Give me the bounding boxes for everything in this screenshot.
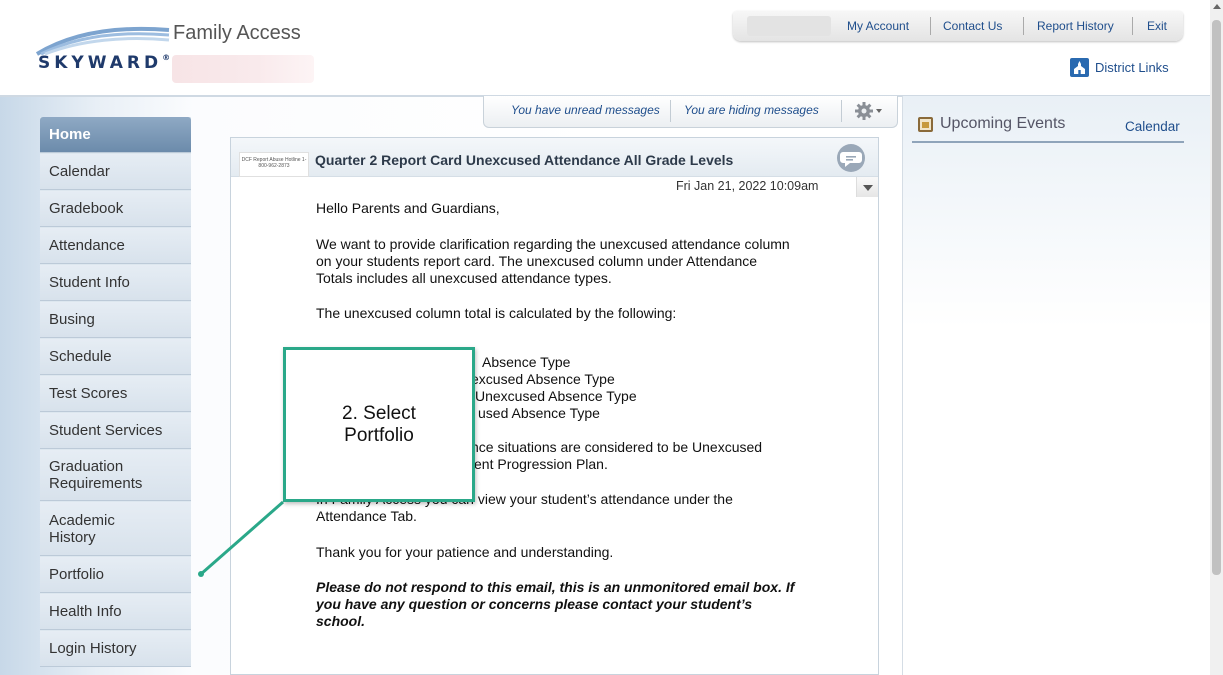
message-line: used Absence Type <box>478 405 600 421</box>
page-scrollbar[interactable] <box>1210 0 1223 675</box>
sidebar-item-calendar[interactable]: Calendar <box>40 154 191 190</box>
message-line: Please do not respond to this email, thi… <box>316 579 795 595</box>
scroll-up-icon[interactable] <box>1213 4 1221 9</box>
message-options-dropdown[interactable] <box>856 177 878 197</box>
sidebar-item-home[interactable]: Home <box>40 117 191 153</box>
tutorial-callout: 2. Select Portfolio <box>283 347 475 502</box>
sidebar-item-attendance[interactable]: Attendance <box>40 228 191 264</box>
unread-messages-link[interactable]: You have unread messages <box>511 103 660 117</box>
school-building-icon <box>1070 57 1089 77</box>
top-separator <box>930 17 931 35</box>
chat-bubble-icon[interactable] <box>834 143 868 178</box>
message-line: you have any question or concerns please… <box>316 596 753 612</box>
upcoming-events-panel <box>902 96 1210 675</box>
message-line: Hello Parents and Guardians, <box>316 200 500 216</box>
header: SKYWARD® Family Access My Account Contac… <box>0 0 1210 95</box>
toolbar-separator <box>670 100 671 122</box>
district-links-label: District Links <box>1095 59 1169 75</box>
brand-tm: ® <box>162 53 171 62</box>
family-access-page: SKYWARD® Family Access My Account Contac… <box>0 0 1223 675</box>
sidebar-item-portfolio[interactable]: Portfolio <box>40 557 191 593</box>
district-links-button[interactable]: District Links <box>1070 57 1169 77</box>
message-line: nce situations are considered to be Unex… <box>471 439 763 455</box>
scroll-thumb[interactable] <box>1212 20 1221 575</box>
top-account-bar: My Account Contact Us Report History Exi… <box>733 11 1183 41</box>
message-line: We want to provide clarification regardi… <box>316 236 790 252</box>
brand-text: SKYWARD <box>38 53 163 73</box>
sidebar-item-schedule[interactable]: Schedule <box>40 339 191 375</box>
redacted-student-name <box>172 55 314 83</box>
events-underline <box>912 141 1184 143</box>
message-line: Attendance Tab. <box>316 508 417 524</box>
contact-us-link[interactable]: Contact Us <box>943 19 1002 33</box>
messages-toolbar: You have unread messages You are hiding … <box>483 96 898 128</box>
app-title: Family Access <box>173 22 301 44</box>
message-line: Unexcused Absence Type <box>475 388 637 404</box>
sidebar-item-academic-history[interactable]: Academic History <box>40 502 191 556</box>
message-line: on your students report card. The unexcu… <box>316 253 758 269</box>
top-separator <box>1132 17 1133 35</box>
message-title: Quarter 2 Report Card Unexcused Attendan… <box>315 152 734 168</box>
sidebar-item-gradebook[interactable]: Gradebook <box>40 191 191 227</box>
sidebar-item-student-services[interactable]: Student Services <box>40 413 191 449</box>
calendar-icon <box>918 117 933 132</box>
my-account-link[interactable]: My Account <box>847 19 909 33</box>
sidebar-item-student-info[interactable]: Student Info <box>40 265 191 301</box>
logo-swoosh-icon <box>35 26 170 56</box>
message-line: ent Progression Plan. <box>474 456 608 472</box>
report-history-link[interactable]: Report History <box>1037 19 1114 33</box>
message-thumbnail: DCF Report Abuse Hotline 1-800-962-2873 <box>239 152 309 177</box>
toolbar-separator <box>841 100 842 122</box>
redacted-user-name <box>747 16 831 36</box>
message-header: DCF Report Abuse Hotline 1-800-962-2873 … <box>231 138 878 177</box>
message-line: Totals includes all unexcused attendance… <box>316 270 612 286</box>
upcoming-events-title: Upcoming Events <box>940 115 1066 132</box>
gear-icon[interactable] <box>854 101 886 126</box>
message-line: Thank you for your patience and understa… <box>316 544 614 560</box>
sidebar-item-test-scores[interactable]: Test Scores <box>40 376 191 412</box>
message-line: excused Absence Type <box>471 371 615 387</box>
sidebar-item-busing[interactable]: Busing <box>40 302 191 338</box>
callout-text: 2. Select Portfolio <box>342 403 416 446</box>
hiding-messages-link[interactable]: You are hiding messages <box>684 103 819 117</box>
sidebar-item-health-info[interactable]: Health Info <box>40 594 191 630</box>
calendar-link[interactable]: Calendar <box>1125 119 1180 134</box>
message-line: Absence Type <box>482 354 571 370</box>
top-separator <box>1023 17 1024 35</box>
exit-link[interactable]: Exit <box>1147 19 1167 33</box>
message-line: school. <box>316 613 366 629</box>
brand-wordmark: SKYWARD® <box>38 53 170 73</box>
message-line: The unexcused column total is calculated… <box>316 305 677 321</box>
message-date: Fri Jan 21, 2022 10:09am <box>676 179 819 193</box>
sidebar-item-graduation-requirements[interactable]: Graduation Requirements <box>40 450 191 501</box>
sidebar-item-login-history[interactable]: Login History <box>40 631 191 667</box>
